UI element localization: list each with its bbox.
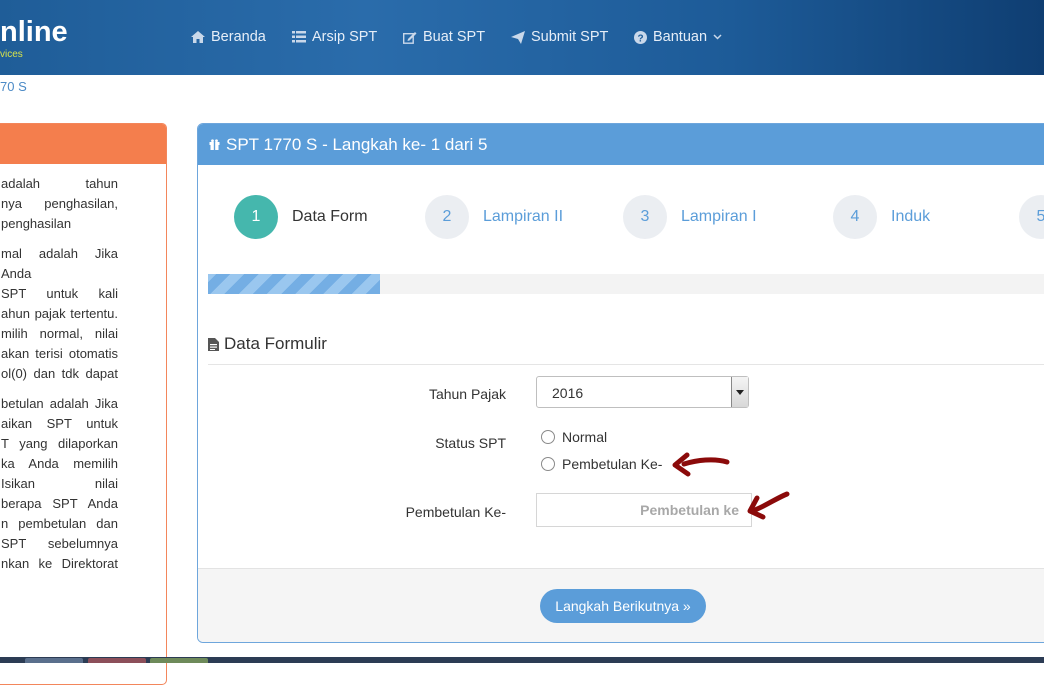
annotation-arrow-icon (672, 452, 730, 477)
help-icon: ? (634, 30, 647, 44)
info-line: nkan ke Direktorat (1, 556, 118, 571)
radio-pembetulan[interactable]: Pembetulan Ke- (541, 456, 662, 472)
step-label: Lampiran I (681, 208, 757, 225)
nav-arsip-spt[interactable]: Arsip SPT (292, 29, 377, 45)
document-icon (208, 337, 219, 351)
info-line: n pembetulan dan (1, 516, 118, 531)
info-paragraph: mal adalah Jika Anda SPT untuk kali ahun… (1, 244, 118, 384)
nav-label: Submit SPT (531, 29, 609, 45)
step-3[interactable]: 3 Lampiran I (623, 195, 757, 239)
wizard-title: SPT 1770 S - Langkah ke- 1 dari 5 (226, 134, 488, 154)
step-label: Induk (891, 208, 931, 225)
info-line: SPT sebelumnya (1, 536, 118, 551)
gift-icon (209, 139, 220, 150)
info-line: ka Anda memilih (1, 456, 118, 471)
info-line: Isikan nilai (1, 476, 118, 491)
info-line: akan terisi otomatis (1, 346, 118, 361)
step-1[interactable]: 1 Data Form (234, 195, 368, 239)
pembetulan-ke-label: Pembetulan Ke- (405, 504, 506, 520)
nav-buat-spt[interactable]: Buat SPT (403, 29, 485, 45)
section-title: Data Formulir (224, 334, 327, 353)
radio-button[interactable] (541, 430, 555, 444)
section-header: Data Formulir (208, 334, 327, 354)
top-navbar: nline vices Beranda Arsip SPT Buat SPT S… (0, 0, 1044, 75)
nav-label: Bantuan (653, 29, 708, 45)
step-number: 5 (1019, 195, 1044, 239)
progress-track (208, 274, 1044, 294)
info-line: aikan SPT untuk (1, 416, 118, 431)
taskbar-button[interactable] (150, 658, 208, 663)
caret-down-icon (736, 389, 744, 395)
annotation-arrow-icon (747, 491, 790, 520)
wizard-header: SPT 1770 S - Langkah ke- 1 dari 5 (198, 124, 1044, 165)
taskbar-button[interactable] (88, 658, 146, 663)
info-line: betulan adalah Jika (1, 396, 118, 411)
nav-label: Beranda (211, 29, 266, 45)
info-panel-header (0, 124, 166, 164)
radio-label: Normal (562, 429, 608, 445)
info-panel-text: adalah tahun nya penghasilan, penghasila… (1, 174, 118, 584)
svg-text:?: ? (637, 33, 643, 44)
step-2[interactable]: 2 Lampiran II (425, 195, 563, 239)
step-number: 2 (425, 195, 469, 239)
step-number: 1 (234, 195, 278, 239)
progress-bar (208, 274, 380, 294)
info-line: mal adalah Jika Anda (1, 246, 118, 281)
tahun-pajak-select[interactable]: 2016 (536, 376, 749, 408)
info-paragraph: adalah tahun nya penghasilan, penghasila… (1, 174, 118, 234)
info-line: penghasilan (1, 216, 72, 231)
status-spt-label: Status SPT (435, 435, 506, 451)
edit-icon (403, 31, 417, 44)
info-line: ol(0) dan tdk dapat (1, 366, 118, 381)
info-line: ahun pajak tertentu. (1, 306, 118, 321)
info-panel: adalah tahun nya penghasilan, penghasila… (0, 123, 167, 685)
nav-label: Arsip SPT (312, 29, 378, 45)
radio-normal[interactable]: Normal (541, 429, 607, 445)
info-line: adalah tahun (1, 176, 118, 191)
dropdown-button[interactable] (731, 377, 748, 407)
list-icon (292, 31, 306, 43)
step-4[interactable]: 4 Induk (833, 195, 930, 239)
step-label: Lampiran II (483, 208, 564, 225)
breadcrumb[interactable]: 70 S (0, 79, 27, 94)
spt-wizard-panel: SPT 1770 S - Langkah ke- 1 dari 5 1 Data… (197, 123, 1044, 643)
step-number: 4 (833, 195, 877, 239)
info-line: berapa SPT Anda (1, 496, 118, 511)
next-step-button[interactable]: Langkah Berikutnya » (540, 589, 706, 623)
step-label: Data Form (292, 208, 368, 225)
brand-tagline: vices (0, 49, 23, 60)
nav-submit-spt[interactable]: Submit SPT (511, 29, 608, 45)
step-number: 3 (623, 195, 667, 239)
step-5[interactable]: 5 (1019, 195, 1044, 239)
info-line: nya penghasilan, (1, 196, 118, 211)
home-icon (191, 31, 205, 43)
nav-label: Buat SPT (423, 29, 486, 45)
brand-logo[interactable]: nline (0, 16, 68, 49)
info-line: T yang dilaporkan (1, 436, 118, 451)
send-icon (511, 30, 525, 44)
radio-button[interactable] (541, 457, 555, 471)
tahun-pajak-value: 2016 (552, 385, 584, 401)
tahun-pajak-label: Tahun Pajak (428, 386, 506, 402)
wizard-footer: Langkah Berikutnya » (198, 568, 1044, 642)
pembetulan-ke-input[interactable] (536, 493, 752, 527)
info-line: SPT untuk kali (1, 286, 118, 301)
info-line: milih normal, nilai (1, 326, 118, 341)
section-divider (208, 364, 1044, 365)
nav-bantuan[interactable]: ? Bantuan (634, 29, 722, 45)
info-paragraph: betulan adalah Jika aikan SPT untuk T ya… (1, 394, 118, 574)
radio-label: Pembetulan Ke- (562, 456, 663, 472)
chevron-down-icon (713, 34, 722, 40)
taskbar-button[interactable] (25, 658, 83, 663)
nav-beranda[interactable]: Beranda (191, 29, 266, 45)
